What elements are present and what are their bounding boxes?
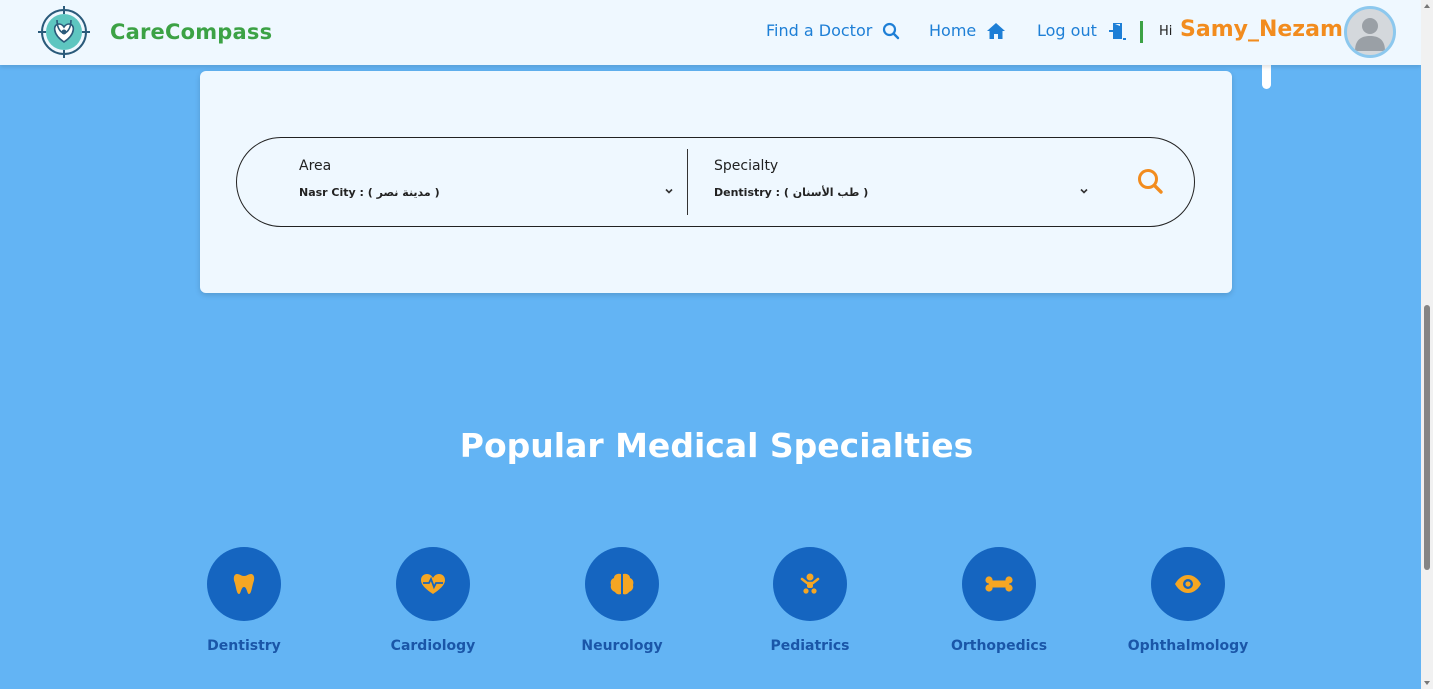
specialty-name: Orthopedics [950,638,1048,654]
scroll-down-arrow-icon[interactable] [1424,681,1430,685]
area-select[interactable]: Area Nasr City : ( مدينة نصر ) [299,138,676,226]
search-button[interactable] [1135,166,1167,198]
section-title: Popular Medical Specialties [459,426,974,465]
search-icon [882,22,900,40]
vertical-scrollbar[interactable] [1421,0,1433,689]
brain-icon [610,573,634,595]
nav-find-doctor[interactable]: Find a Doctor [766,21,900,40]
search-bar: Area Nasr City : ( مدينة نصر ) Specialty… [236,137,1195,227]
specialty-item-dentistry[interactable]: Dentistry [169,546,319,666]
area-label: Area [299,158,332,174]
specialty-name: Neurology [581,638,663,654]
specialty-circle[interactable] [1151,547,1225,621]
username[interactable]: Samy_Nezam [1180,17,1343,42]
user-silhouette-icon [1355,18,1385,51]
specialty-item-cardiology[interactable]: Cardiology [358,546,508,666]
nav-logout-label: Log out [1037,21,1097,40]
scroll-up-arrow-icon[interactable] [1424,4,1430,8]
area-value: Nasr City : ( مدينة نصر ) [299,186,440,199]
navbar: CareCompass Find a Doctor Home Log out H… [0,0,1421,65]
nav-home-label: Home [929,21,977,40]
specialty-circle[interactable] [962,547,1036,621]
specialty-circle[interactable] [207,547,281,621]
chevron-down-icon [665,188,673,194]
nav-divider [1140,21,1143,43]
heartbeat-icon [421,574,445,594]
chevron-down-icon [1080,188,1088,194]
baby-icon [800,573,820,594]
nav-home[interactable]: Home [929,21,1006,40]
specialty-item-pediatrics[interactable]: Pediatrics [735,546,885,666]
specialty-item-ophthalmology[interactable]: Ophthalmology [1113,546,1263,666]
search-bar-divider [687,149,688,215]
specialty-select[interactable]: Specialty Dentistry : ( طب الأسنان ) [714,138,1091,226]
bone-icon [985,576,1013,592]
decorative-notch [1262,65,1271,89]
brand[interactable]: CareCompass [38,6,273,58]
specialty-name: Dentistry [207,638,281,654]
scroll-thumb[interactable] [1424,305,1430,570]
specialty-name: Cardiology [390,638,476,654]
specialty-circle[interactable] [396,547,470,621]
specialty-name: Ophthalmology [1127,638,1249,654]
page: CareCompass Find a Doctor Home Log out H… [0,0,1421,689]
nav-find-doctor-label: Find a Doctor [766,21,873,40]
specialty-label: Specialty [714,158,779,174]
search-icon [1138,169,1163,194]
home-icon [986,22,1006,40]
specialty-value: Dentistry : ( طب الأسنان ) [714,186,869,199]
specialty-circle[interactable] [585,547,659,621]
search-card: Area Nasr City : ( مدينة نصر ) Specialty… [200,71,1232,293]
specialty-circle[interactable] [773,547,847,621]
avatar[interactable] [1344,6,1396,58]
nav-logout[interactable]: Log out [1037,21,1127,40]
door-exit-icon [1107,22,1127,40]
tooth-icon [233,574,255,594]
specialty-name: Pediatrics [770,638,850,654]
specialty-item-neurology[interactable]: Neurology [547,546,697,666]
greeting: Hi [1159,24,1173,39]
brand-name: CareCompass [110,20,273,44]
specialty-item-orthopedics[interactable]: Orthopedics [924,546,1074,666]
stethoscope-heart-logo-icon [38,6,90,58]
eye-icon [1175,575,1201,593]
